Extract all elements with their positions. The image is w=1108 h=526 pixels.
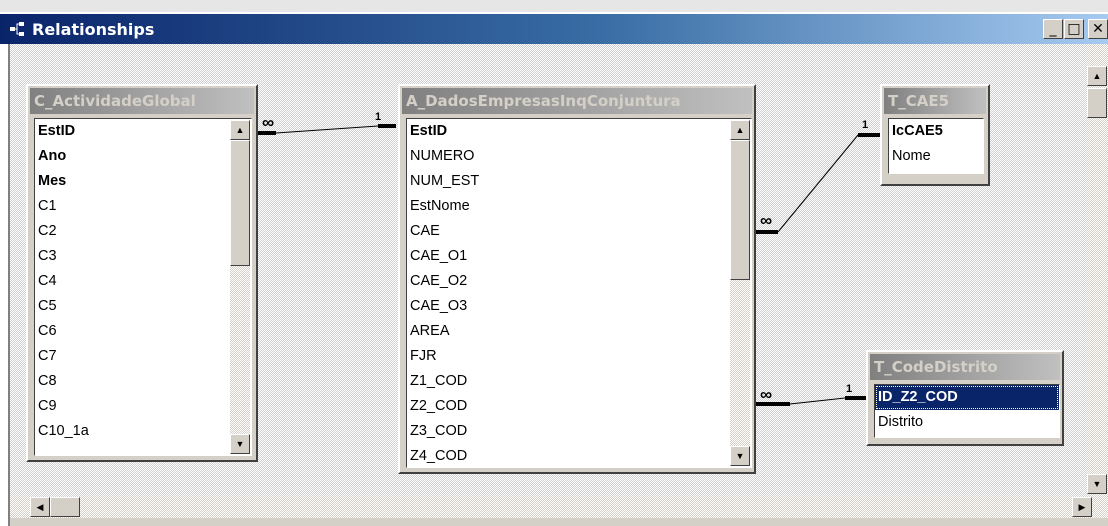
top-strip bbox=[0, 0, 1108, 12]
close-button[interactable]: ✕ bbox=[1088, 19, 1108, 39]
field-item[interactable]: Z2_COD bbox=[407, 394, 751, 419]
title-bar[interactable]: Relationships _ □ ✕ bbox=[0, 14, 1108, 44]
table-t-codedistrito[interactable]: T_CodeDistrito ID_Z2_COD Distrito bbox=[866, 350, 1064, 446]
minimize-button[interactable]: _ bbox=[1043, 19, 1063, 39]
field-item[interactable]: Mes bbox=[35, 169, 251, 194]
field-list[interactable]: EstID NUMERO NUM_EST EstNome CAE CAE_O1 CAE_O2… bbox=[406, 118, 752, 468]
relationships-icon bbox=[10, 22, 24, 36]
field-item[interactable]: C7 bbox=[35, 344, 251, 369]
field-item[interactable]: Z1_COD bbox=[407, 369, 751, 394]
field-list[interactable]: IcCAE5 Nome bbox=[888, 118, 984, 174]
field-item[interactable]: CAE bbox=[407, 219, 751, 244]
scroll-down-button[interactable]: ▼ bbox=[1087, 474, 1107, 494]
field-item[interactable]: C2 bbox=[35, 219, 251, 244]
table-title[interactable]: C_ActividadeGlobal bbox=[30, 88, 254, 114]
scroll-down-button[interactable]: ▼ bbox=[730, 446, 750, 466]
field-item[interactable]: CAE_O1 bbox=[407, 244, 751, 269]
scroll-thumb[interactable] bbox=[1087, 88, 1107, 118]
table-a-dadosempresasinqconjuntura[interactable]: A_DadosEmpresasInqConjuntura EstID NUMERO… bbox=[398, 84, 756, 474]
table-c-actividadeglobal[interactable]: C_ActividadeGlobal EstID Ano Mes C1 C2 C3 C4 C5… bbox=[26, 84, 258, 462]
field-list-scrollbar[interactable]: ▲ ▼ bbox=[230, 120, 250, 454]
scroll-thumb[interactable] bbox=[230, 140, 250, 266]
window-title: Relationships bbox=[32, 20, 155, 39]
field-item[interactable]: NUMERO bbox=[407, 144, 751, 169]
scroll-down-button[interactable]: ▼ bbox=[230, 434, 250, 454]
field-item[interactable]: Z3_COD bbox=[407, 419, 751, 444]
field-item[interactable]: Distrito bbox=[875, 410, 1059, 435]
field-item[interactable]: EstID bbox=[407, 119, 751, 144]
field-item[interactable]: Nome bbox=[889, 144, 983, 169]
field-list[interactable]: ID_Z2_COD Distrito bbox=[874, 384, 1060, 438]
table-title[interactable]: T_CAE5 bbox=[884, 88, 986, 114]
field-item[interactable]: C3 bbox=[35, 244, 251, 269]
field-item[interactable]: ID_Z2_COD bbox=[875, 385, 1059, 410]
field-item[interactable]: C10_1a bbox=[35, 419, 251, 444]
field-item[interactable]: Ano bbox=[35, 144, 251, 169]
scroll-up-button[interactable]: ▲ bbox=[730, 120, 750, 140]
field-item[interactable]: CAE_O3 bbox=[407, 294, 751, 319]
field-item[interactable]: C9 bbox=[35, 394, 251, 419]
scroll-thumb[interactable] bbox=[730, 140, 750, 280]
field-item[interactable]: C1 bbox=[35, 194, 251, 219]
field-item[interactable]: C8 bbox=[35, 369, 251, 394]
field-item[interactable]: EstID bbox=[35, 119, 251, 144]
field-item[interactable]: C6 bbox=[35, 319, 251, 344]
scroll-left-button[interactable]: ◀ bbox=[30, 497, 50, 517]
field-item[interactable]: C4 bbox=[35, 269, 251, 294]
horizontal-scroll-thumb[interactable] bbox=[50, 497, 80, 517]
field-list-scrollbar[interactable]: ▲ ▼ bbox=[730, 120, 750, 466]
field-item[interactable]: AREA bbox=[407, 319, 751, 344]
scroll-right-button[interactable]: ▶ bbox=[1072, 497, 1092, 517]
field-item[interactable]: EstNome bbox=[407, 194, 751, 219]
field-item[interactable]: Z4_COD bbox=[407, 444, 751, 467]
vertical-scrollbar[interactable]: ▲ ▼ bbox=[1086, 44, 1108, 496]
table-title[interactable]: T_CodeDistrito bbox=[870, 354, 1060, 380]
field-item[interactable]: FJR bbox=[407, 344, 751, 369]
field-list[interactable]: EstID Ano Mes C1 C2 C3 C4 C5 C6 C7 C8 C9 C10_1a ▲ ▼ bbox=[34, 118, 252, 456]
table-title[interactable]: A_DadosEmpresasInqConjuntura bbox=[402, 88, 752, 114]
scroll-up-button[interactable]: ▲ bbox=[1087, 66, 1107, 86]
table-t-cae5[interactable]: T_CAE5 IcCAE5 Nome bbox=[880, 84, 990, 186]
maximize-button[interactable]: □ bbox=[1064, 19, 1084, 39]
scroll-up-button[interactable]: ▲ bbox=[230, 120, 250, 140]
field-item[interactable]: CAE_O2 bbox=[407, 269, 751, 294]
horizontal-scrollbar[interactable]: ◀ ▶ bbox=[10, 496, 1108, 518]
field-item[interactable]: IcCAE5 bbox=[889, 119, 983, 144]
field-item[interactable]: NUM_EST bbox=[407, 169, 751, 194]
field-item[interactable]: C5 bbox=[35, 294, 251, 319]
